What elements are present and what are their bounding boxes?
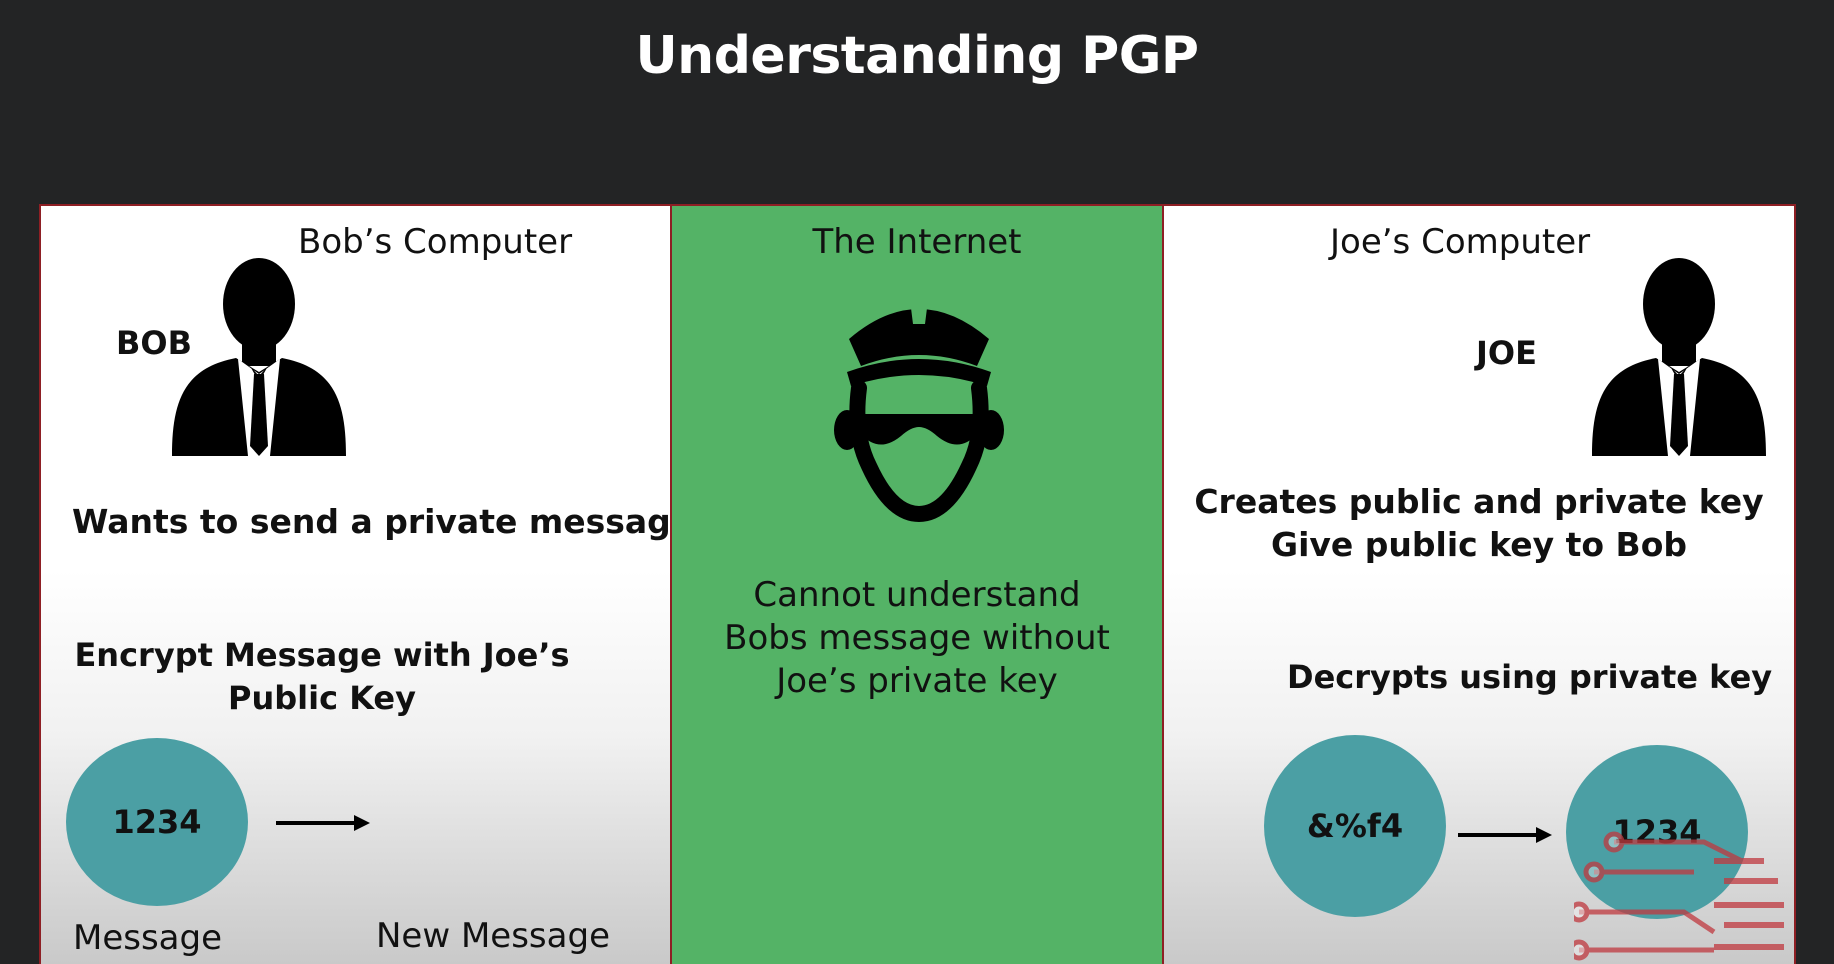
internet-panel: The Internet Cannot understand Bobs mess…	[670, 204, 1164, 964]
internet-explanation: Cannot understand Bobs message without J…	[672, 574, 1162, 703]
joe-computer-panel: Joe’s Computer JOE Creates public and pr…	[1162, 204, 1796, 964]
arrow-right-icon	[1458, 823, 1552, 847]
circuit-logo-watermark-icon	[1574, 822, 1794, 964]
encrypted-message-circle: &%f4	[1264, 735, 1446, 917]
message-caption: Message	[73, 918, 223, 958]
bob-encrypt-step-line1: Encrypt Message with Joe’s	[74, 636, 570, 674]
arrow-right-icon	[276, 811, 370, 835]
new-message-caption: New Message	[376, 916, 610, 956]
bob-statement: Wants to send a private message	[72, 502, 672, 541]
businessman-icon	[164, 256, 354, 456]
bob-encrypt-step-line2: Public Key	[228, 679, 416, 717]
joe-statement-line2: Give public key to Bob	[1270, 525, 1687, 564]
businessman-icon	[1584, 256, 1774, 456]
internet-explanation-line2: Bobs message without	[724, 618, 1110, 658]
internet-panel-heading: The Internet	[812, 222, 1022, 262]
joe-decrypt-step: Decrypts using private key	[1287, 658, 1773, 696]
joe-panel-heading: Joe’s Computer	[1330, 222, 1591, 262]
joe-statement: Creates public and private key Give publ…	[1164, 480, 1794, 566]
message-circle: 1234	[66, 738, 248, 906]
bob-encrypt-step: Encrypt Message with Joe’s Public Key	[41, 634, 603, 720]
internet-explanation-line1: Cannot understand	[753, 575, 1081, 615]
police-officer-icon	[819, 284, 1019, 524]
joe-statement-line1: Creates public and private key	[1194, 482, 1764, 521]
internet-explanation-line3: Joe’s private key	[776, 661, 1058, 701]
bob-computer-panel: Bob’s Computer BOB Wants to send a priva…	[39, 204, 672, 964]
page-title: Understanding PGP	[635, 26, 1199, 86]
joe-name-label: JOE	[1476, 334, 1537, 372]
